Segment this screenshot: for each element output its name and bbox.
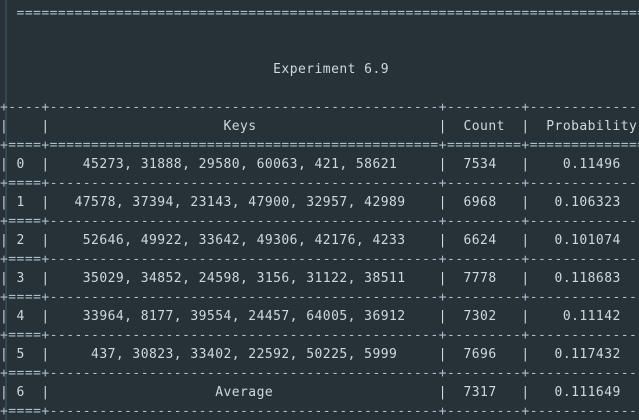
table-row: | 2 | 52646, 49922, 33642, 49306, 42176,… — [0, 233, 639, 248]
table-row: | 1 | 47578, 37394, 23143, 47900, 32957,… — [0, 195, 639, 210]
table-row: | 5 | 437, 30823, 33402, 22592, 50225, 5… — [0, 347, 639, 362]
table-row-rule: +====+----------------------------------… — [0, 176, 639, 191]
table-row: | 3 | 35029, 34852, 24598, 3156, 31122, … — [0, 271, 639, 286]
table-row: | 0 | 45273, 31888, 29580, 60063, 421, 5… — [0, 157, 639, 172]
table-row: | 6 | Average | 7317 | 0.111649 | — [0, 385, 639, 400]
terminal-output: ========================================… — [0, 0, 639, 420]
page-title: Experiment 6.9 — [0, 60, 639, 79]
experiment-title: Experiment 6.9 — [273, 62, 390, 77]
table-header-rule: +====+==================================… — [0, 138, 639, 153]
table-row-rule: +====+----------------------------------… — [0, 290, 639, 305]
table-row-rule: +====+----------------------------------… — [0, 404, 639, 419]
table-border-top: +----+----------------------------------… — [0, 100, 639, 115]
table-row: | 4 | 33964, 8177, 39554, 24457, 64005, … — [0, 309, 639, 324]
table-row-rule: +====+----------------------------------… — [0, 328, 639, 343]
top-rule: ========================================… — [0, 6, 639, 21]
table-header-row: | | Keys | Count | Probability | — [0, 119, 639, 134]
table-row-rule: +====+----------------------------------… — [0, 366, 639, 381]
table-row-rule: +====+----------------------------------… — [0, 252, 639, 267]
table-row-rule: +====+----------------------------------… — [0, 214, 639, 229]
